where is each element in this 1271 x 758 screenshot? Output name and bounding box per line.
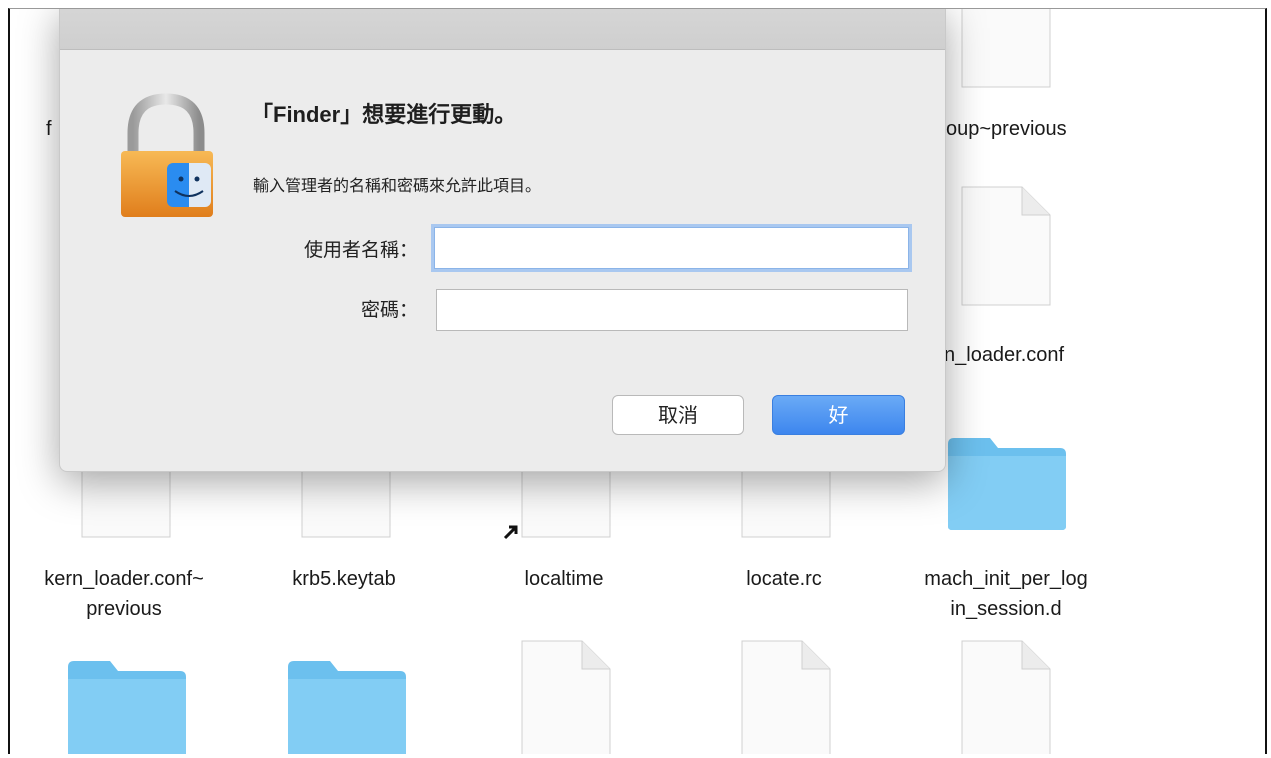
file-name-label: n_loader.conf [944,344,1065,366]
lock-finder-icon [121,93,213,217]
document-icon[interactable] [740,639,832,754]
file-name-label: locate.rc [746,568,822,590]
username-label: 使用者名稱： [303,240,418,261]
dialog-subtitle: 輸入管理者的名稱和密碼來允許此項目。 [253,178,542,195]
dialog-title: 「Finder」想要進行更動。 [251,102,517,127]
alias-arrow-icon [503,525,518,540]
document-icon[interactable] [80,464,172,539]
file-name-label: krb5.keytab [292,568,396,590]
document-icon[interactable] [960,639,1052,754]
username-input[interactable] [435,228,908,268]
document-icon[interactable] [740,464,832,539]
document-icon[interactable] [300,464,392,539]
password-field[interactable] [436,289,908,331]
folder-icon[interactable] [66,657,188,754]
cancel-button[interactable]: 取消 [612,395,744,435]
password-input[interactable] [437,290,907,330]
document-icon[interactable] [520,639,612,754]
document-icon[interactable] [960,185,1052,307]
folder-icon[interactable] [286,657,408,754]
file-name-label: localtime [524,568,604,590]
alias-document-icon[interactable] [520,464,612,539]
file-name-label: mach_init_per_log [924,568,1088,590]
file-name-label: in_session.d [950,598,1062,620]
file-name-label: oup~previous [946,118,1067,140]
document-icon[interactable] [960,8,1052,91]
password-label: 密碼： [360,300,418,321]
file-name-label: kern_loader.conf~ [44,568,204,590]
authentication-dialog: 「Finder」想要進行更動。 輸入管理者的名稱和密碼來允許此項目。 使用者名稱… [59,9,946,472]
finder-window: oup~previous n_loader.conf f kern_loader… [8,8,1267,754]
username-field[interactable] [434,227,909,269]
ok-button[interactable]: 好 [772,395,905,435]
file-name-label: previous [86,598,162,620]
dialog-title-bar [60,9,945,50]
folder-icon[interactable] [946,434,1068,534]
